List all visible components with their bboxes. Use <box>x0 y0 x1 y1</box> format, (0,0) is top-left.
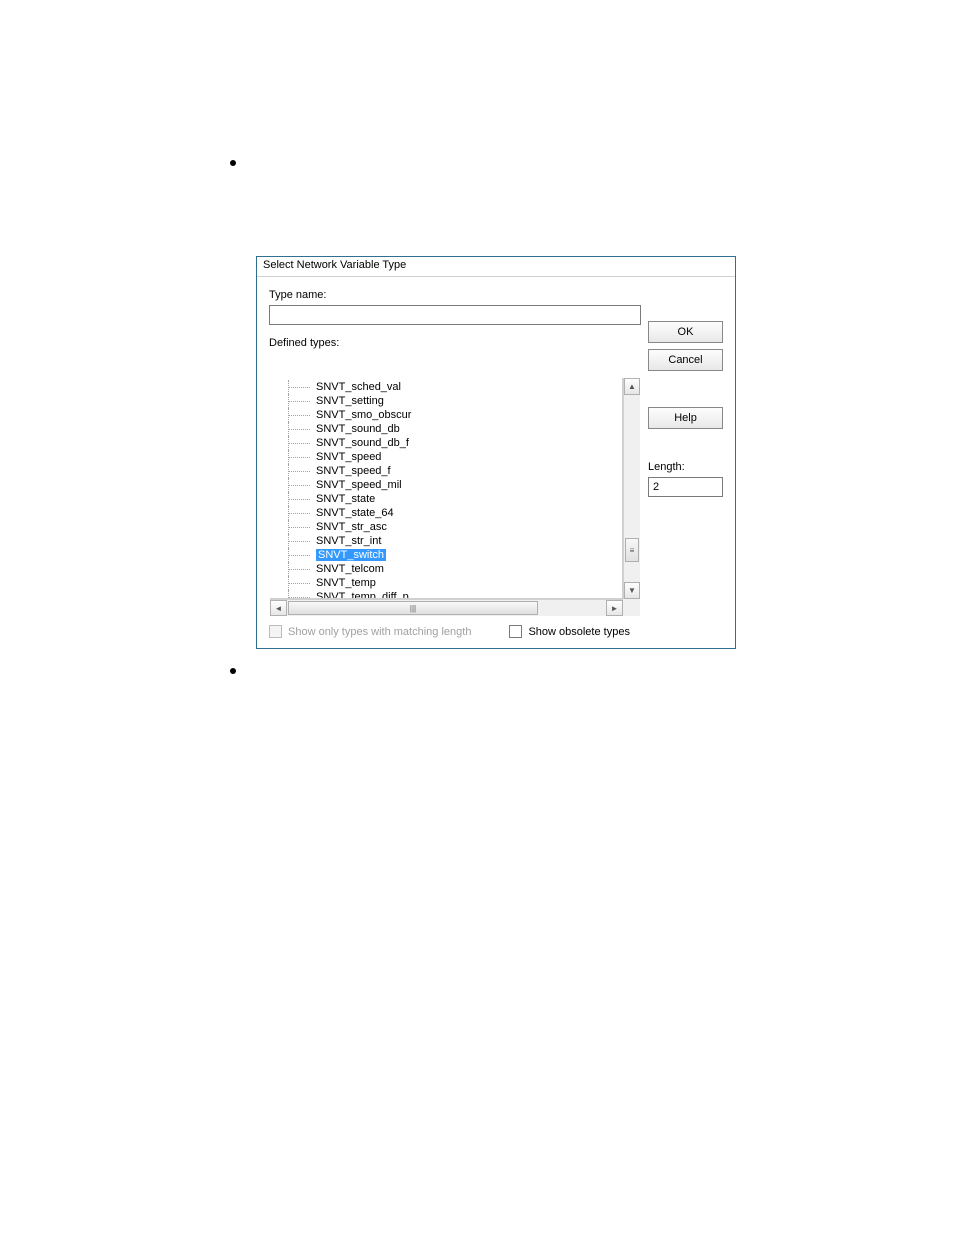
tree: SNVT_sched_val SNVT_setting SNVT_smo_obscu… <box>270 378 622 599</box>
tree-item-label: SNVT_str_asc <box>316 521 387 533</box>
obsolete-types-checkbox[interactable]: Show obsolete types <box>509 625 630 638</box>
tree-item-label: SNVT_sched_val <box>316 381 401 393</box>
length-label: Length: <box>648 461 723 473</box>
scroll-up-icon[interactable]: ▲ <box>624 378 640 395</box>
checkbox-row: Show only types with matching length Sho… <box>269 625 641 638</box>
tree-item[interactable]: SNVT_telcom <box>288 562 622 576</box>
tree-item[interactable]: SNVT_sound_db_f <box>288 436 622 450</box>
tree-item[interactable]: SNVT_sound_db <box>288 422 622 436</box>
tree-item[interactable]: SNVT_speed_f <box>288 464 622 478</box>
scroll-right-icon[interactable]: ► <box>606 600 623 616</box>
tree-item[interactable]: SNVT_str_asc <box>288 520 622 534</box>
tree-item[interactable]: SNVT_str_int <box>288 534 622 548</box>
tree-viewport: SNVT_sched_val SNVT_setting SNVT_smo_obscu… <box>270 378 623 599</box>
horizontal-scrollbar[interactable]: ◄ ||| ► <box>270 599 623 616</box>
dialog-buttons: OK Cancel Help <box>648 321 723 435</box>
page-bullet <box>230 668 236 674</box>
scroll-down-icon[interactable]: ▼ <box>624 582 640 599</box>
tree-item-label: SNVT_state <box>316 493 375 505</box>
tree-item[interactable]: SNVT_state_64 <box>288 506 622 520</box>
page-bullet <box>230 160 236 166</box>
matching-length-checkbox: Show only types with matching length <box>269 625 471 638</box>
tree-item-label: SNVT_sound_db <box>316 423 400 435</box>
tree-item-label: SNVT_temp_diff_p <box>316 591 409 599</box>
scroll-corner <box>623 599 640 616</box>
tree-item-label: SNVT_str_int <box>316 535 381 547</box>
tree-item[interactable]: SNVT_switch <box>288 548 622 562</box>
defined-types-list: SNVT_sched_val SNVT_setting SNVT_smo_obscu… <box>269 377 641 617</box>
tree-item-label: SNVT_setting <box>316 395 384 407</box>
tree-item-label: SNVT_speed_f <box>316 465 391 477</box>
vertical-scrollbar[interactable]: ▲ ≡ ▼ <box>623 378 640 599</box>
scroll-left-icon[interactable]: ◄ <box>270 600 287 616</box>
checkbox-icon <box>509 625 522 638</box>
dialog-content: Type name: Defined types: SNVT_sched_val… <box>257 279 735 648</box>
tree-item[interactable]: SNVT_temp_diff_p <box>288 590 622 599</box>
tree-item-label: SNVT_state_64 <box>316 507 394 519</box>
ok-button[interactable]: OK <box>648 321 723 343</box>
type-name-input[interactable] <box>269 305 641 325</box>
tree-item[interactable]: SNVT_smo_obscur <box>288 408 622 422</box>
obsolete-types-label: Show obsolete types <box>528 626 630 638</box>
tree-item[interactable]: SNVT_sched_val <box>288 380 622 394</box>
tree-item[interactable]: SNVT_setting <box>288 394 622 408</box>
tree-item-label: SNVT_sound_db_f <box>316 437 409 449</box>
tree-item-label: SNVT_switch <box>316 549 386 561</box>
tree-item[interactable]: SNVT_temp <box>288 576 622 590</box>
tree-item[interactable]: SNVT_speed_mil <box>288 478 622 492</box>
tree-item-label: SNVT_telcom <box>316 563 384 575</box>
select-nv-type-dialog: Select Network Variable Type Type name: … <box>256 256 736 649</box>
help-button[interactable]: Help <box>648 407 723 429</box>
dialog-title: Select Network Variable Type <box>257 257 735 277</box>
tree-item-label: SNVT_speed <box>316 451 381 463</box>
type-name-label: Type name: <box>269 289 723 301</box>
scroll-thumb[interactable]: ||| <box>288 601 538 615</box>
checkbox-icon <box>269 625 282 638</box>
scroll-thumb[interactable]: ≡ <box>625 538 639 562</box>
tree-item-label: SNVT_smo_obscur <box>316 409 411 421</box>
tree-item[interactable]: SNVT_speed <box>288 450 622 464</box>
cancel-button[interactable]: Cancel <box>648 349 723 371</box>
tree-item-label: SNVT_temp <box>316 577 376 589</box>
matching-length-label: Show only types with matching length <box>288 626 471 638</box>
length-input[interactable] <box>648 477 723 497</box>
tree-item[interactable]: SNVT_state <box>288 492 622 506</box>
tree-item-label: SNVT_speed_mil <box>316 479 402 491</box>
